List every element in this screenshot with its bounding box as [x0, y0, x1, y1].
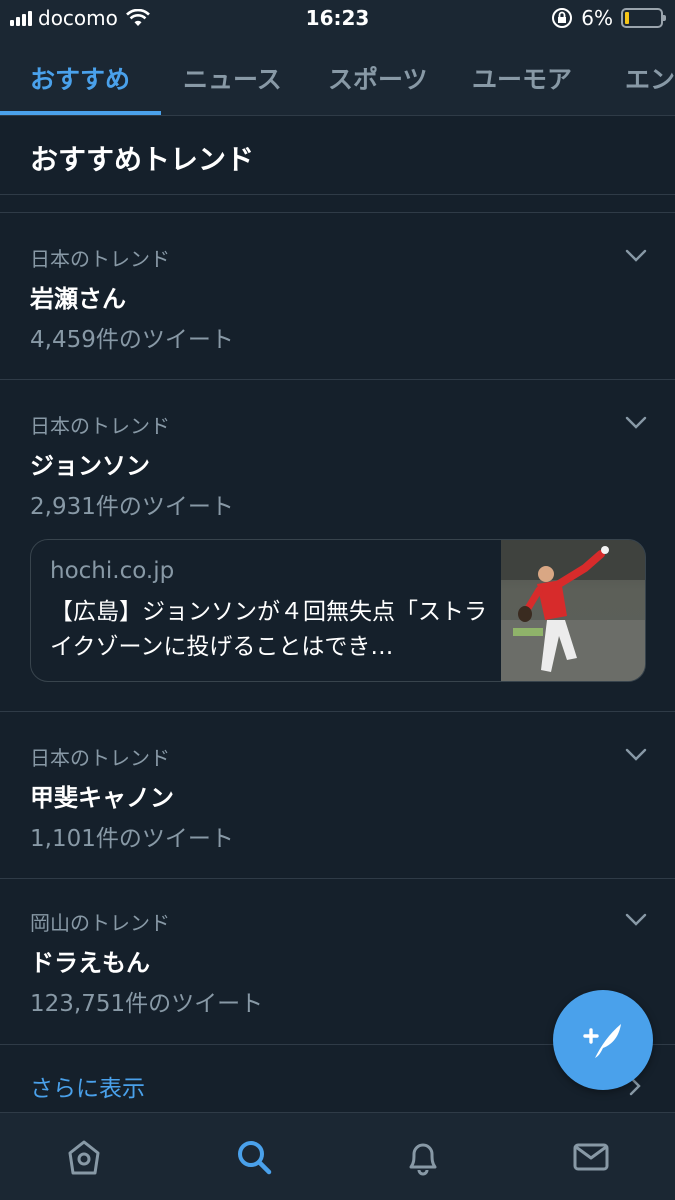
chevron-down-icon[interactable]: [625, 748, 647, 762]
tab-recommended[interactable]: おすすめ: [30, 60, 130, 96]
news-card[interactable]: hochi.co.jp 【広島】ジョンソンが４回無失点「ストライクゾーンに投げる…: [30, 539, 646, 682]
compose-tweet-button[interactable]: [553, 990, 653, 1090]
trend-name: ジョンソン: [30, 452, 150, 480]
trend-context: 日本のトレンド: [30, 746, 170, 770]
mail-icon: [573, 1143, 609, 1171]
trend-context: 日本のトレンド: [30, 414, 170, 438]
chevron-down-icon[interactable]: [625, 249, 647, 263]
status-bar: docomo 16:23 6%: [0, 0, 675, 38]
rotation-lock-icon: [552, 8, 573, 28]
nav-search[interactable]: [232, 1135, 276, 1179]
card-thumbnail-image: [501, 540, 645, 681]
trend-name: 甲斐キャノン: [30, 784, 174, 812]
trend-name: 岩瀬さん: [30, 285, 126, 313]
explore-tabs: おすすめ ニュース スポーツ ユーモア エン: [0, 38, 675, 116]
trend-item[interactable]: 日本のトレンド 岩瀬さん 4,459件のツイート: [0, 213, 675, 380]
bell-icon: [409, 1143, 437, 1176]
active-tab-indicator: [0, 111, 161, 115]
trend-tweet-count: 1,101件のツイート: [30, 826, 234, 852]
chevron-down-icon[interactable]: [625, 416, 647, 430]
card-headline: 【広島】ジョンソンが４回無失点「ストライクゾーンに投げることはでき…: [50, 599, 487, 660]
bottom-navigation: [0, 1112, 675, 1200]
trend-context: 日本のトレンド: [30, 247, 170, 271]
trend-name: ドラえもん: [30, 949, 150, 977]
nav-home[interactable]: [62, 1135, 106, 1179]
show-more-label: さらに表示: [30, 1076, 145, 1102]
trend-tweet-count: 2,931件のツイート: [30, 494, 234, 520]
nav-notifications[interactable]: [401, 1135, 445, 1179]
tab-news[interactable]: ニュース: [183, 60, 282, 96]
section-title: おすすめトレンド: [30, 143, 255, 176]
battery-icon: [621, 8, 666, 28]
compose-tweet-icon: [583, 1024, 621, 1058]
trend-tweet-count: 4,459件のツイート: [30, 327, 234, 353]
chevron-down-icon[interactable]: [625, 913, 647, 927]
tab-humor[interactable]: ユーモア: [472, 60, 572, 96]
nav-messages[interactable]: [569, 1135, 613, 1179]
trend-tweet-count: 123,751件のツイート: [30, 991, 264, 1017]
trend-context: 岡山のトレンド: [30, 911, 170, 935]
status-right: 6%: [551, 6, 666, 30]
section-header: おすすめトレンド: [0, 116, 675, 195]
home-icon: [68, 1140, 100, 1175]
card-domain: hochi.co.jp: [50, 558, 175, 584]
tab-entertainment[interactable]: エン: [625, 60, 675, 96]
search-icon: [238, 1141, 272, 1175]
trend-item[interactable]: 日本のトレンド 甲斐キャノン 1,101件のツイート: [0, 712, 675, 879]
tab-sports[interactable]: スポーツ: [328, 60, 428, 96]
battery-percent: 6%: [581, 6, 613, 30]
